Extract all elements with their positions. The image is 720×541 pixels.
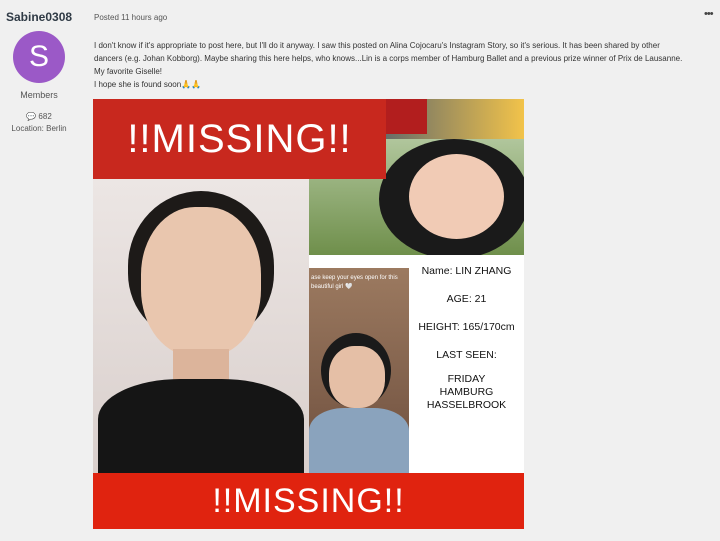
comment-icon: 💬	[26, 112, 37, 121]
info-last-seen-city: HAMBURG	[439, 386, 494, 398]
photo-portrait	[93, 179, 309, 473]
post-body: I don't know if it's appropriate to post…	[94, 39, 714, 91]
post-line: My favorite Giselle!	[94, 67, 163, 76]
author-username[interactable]: Sabine0308	[6, 10, 72, 24]
photo-eating: ase keep your eyes open for this beautif…	[309, 268, 409, 473]
info-last-seen-label: LAST SEEN:	[436, 349, 497, 361]
info-last-seen-place: HASSELBROOK	[426, 399, 507, 411]
avatar-letter: S	[28, 40, 49, 73]
more-options-icon[interactable]: •••	[704, 8, 714, 20]
post-count-value: 682	[38, 112, 52, 121]
info-height: HEIGHT: 165/170cm	[418, 321, 515, 333]
post-line: I don't know if it's appropriate to post…	[94, 41, 660, 50]
missing-banner-top: !!MISSING!!	[93, 99, 386, 179]
member-group: Members	[20, 90, 58, 100]
info-age: AGE: 21	[446, 293, 487, 305]
post-timestamp[interactable]: Posted 11 hours ago	[94, 13, 167, 22]
missing-info-box: Name: LIN ZHANG AGE: 21 HEIGHT: 165/170c…	[409, 255, 524, 473]
author-location: Location: Berlin	[11, 124, 67, 133]
post-line: I hope she is found soon🙏🙏	[94, 80, 202, 89]
author-column: Sabine0308 S Members 💬 682 Location: Ber…	[0, 0, 80, 541]
avatar[interactable]: S	[13, 31, 65, 83]
info-last-seen-day: FRIDAY	[447, 373, 486, 385]
missing-poster-image[interactable]: !!MISSING!! ase keep your eyes open for …	[93, 99, 524, 529]
photo-caption: ase keep your eyes open for this beautif…	[311, 275, 398, 290]
post-count: 💬 682	[0, 112, 78, 121]
post-line: dancers (e.g. Johan Kobborg). Maybe shar…	[94, 54, 683, 63]
missing-banner-bottom: !!MISSING!!	[93, 473, 524, 529]
info-name: Name: LIN ZHANG	[421, 265, 512, 277]
